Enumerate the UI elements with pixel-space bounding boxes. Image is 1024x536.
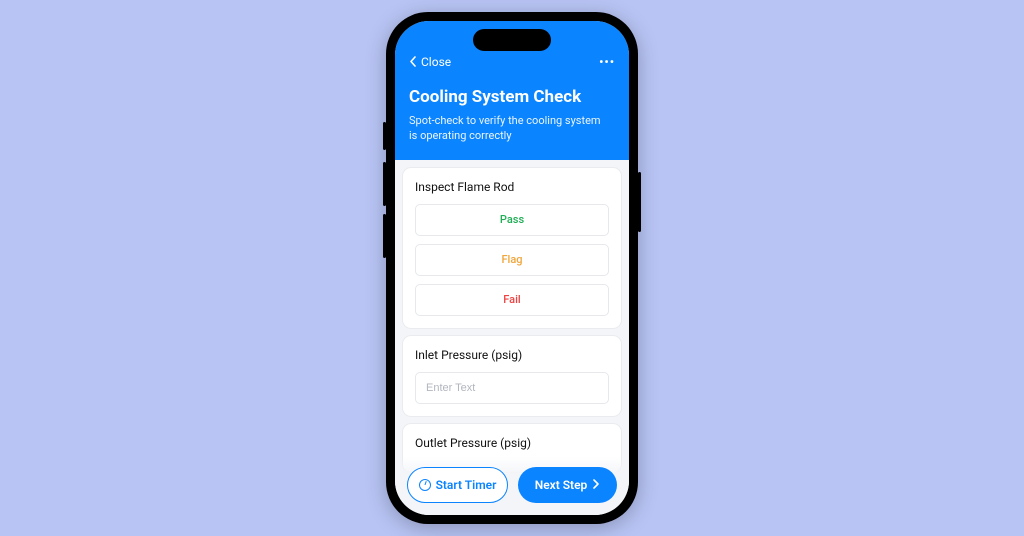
card-inlet-pressure: Inlet Pressure (psig)	[403, 336, 621, 416]
phone-side-button	[383, 122, 386, 150]
phone-side-button	[383, 162, 386, 206]
phone-screen: Close ••• Cooling System Check Spot-chec…	[395, 21, 629, 515]
phone-side-button	[383, 214, 386, 258]
option-fail[interactable]: Fail	[415, 284, 609, 316]
timer-icon	[419, 479, 431, 491]
card-inspect-flame-rod: Inspect Flame Rod Pass Flag Fail	[403, 168, 621, 328]
option-label: Pass	[500, 213, 524, 226]
start-timer-button[interactable]: Start Timer	[407, 467, 508, 503]
chevron-right-icon	[592, 479, 600, 491]
start-timer-label: Start Timer	[436, 478, 497, 492]
card-title: Inlet Pressure (psig)	[415, 348, 609, 362]
page-subtitle: Spot-check to verify the cooling system …	[409, 113, 609, 144]
close-label: Close	[421, 55, 451, 69]
option-label: Flag	[501, 253, 522, 266]
more-menu-button[interactable]: •••	[599, 55, 615, 69]
next-step-button[interactable]: Next Step	[518, 467, 617, 503]
phone-side-button	[638, 172, 641, 232]
option-label: Fail	[503, 293, 520, 306]
option-pass[interactable]: Pass	[415, 204, 609, 236]
phone-notch	[473, 29, 551, 51]
card-title: Outlet Pressure (psig)	[415, 436, 609, 450]
phone-frame: Close ••• Cooling System Check Spot-chec…	[386, 12, 638, 524]
chevron-left-icon	[409, 56, 417, 69]
topbar: Close •••	[409, 55, 615, 69]
close-button[interactable]: Close	[409, 55, 451, 69]
page-title: Cooling System Check	[409, 87, 615, 107]
option-flag[interactable]: Flag	[415, 244, 609, 276]
footer-actions: Start Timer Next Step	[395, 457, 629, 515]
next-step-label: Next Step	[535, 478, 588, 492]
card-title: Inspect Flame Rod	[415, 180, 609, 194]
inlet-pressure-input[interactable]	[415, 372, 609, 404]
